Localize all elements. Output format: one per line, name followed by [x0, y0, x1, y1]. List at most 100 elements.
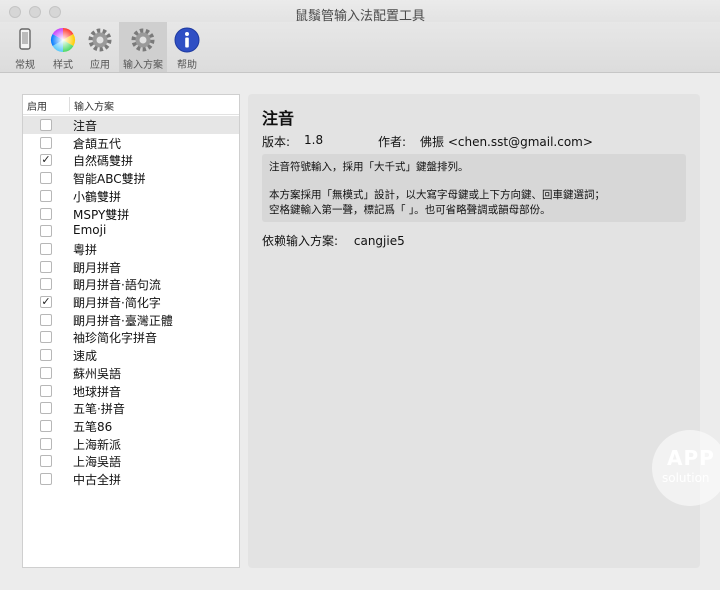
column-divider: [69, 97, 70, 112]
scheme-name: 速成: [73, 349, 98, 364]
scheme-name: 朙月拼音·語句流: [73, 278, 161, 293]
scheme-enable-checkbox[interactable]: [40, 366, 52, 379]
watermark-logo: APP solution: [652, 430, 720, 506]
scheme-name: 小鶴雙拼: [73, 189, 122, 204]
dependencies-label: 依赖输入方案:: [262, 234, 339, 248]
toolbar-apps-button[interactable]: 应用: [82, 22, 118, 72]
info-icon: [174, 27, 200, 53]
color-wheel-icon: [50, 27, 76, 52]
scheme-row[interactable]: 五笔·拼音: [23, 399, 239, 417]
scheme-name: 五笔·拼音: [73, 402, 125, 417]
scheme-enable-checkbox[interactable]: [40, 189, 52, 202]
scheme-name: Emoji: [73, 223, 107, 238]
scheme-enable-checkbox[interactable]: [40, 207, 52, 220]
scheme-name: 五笔86: [73, 419, 113, 434]
scheme-enable-checkbox[interactable]: [40, 419, 52, 432]
scheme-detail-panel: 注音 版本: 1.8 作者: 佛振 <chen.sst@gmail.com> 注…: [248, 94, 700, 568]
scheme-name: 朙月拼音: [73, 260, 122, 275]
scheme-row[interactable]: 中古全拼: [23, 470, 239, 488]
scheme-row[interactable]: MSPY雙拼: [23, 205, 239, 223]
scheme-row[interactable]: 五笔86: [23, 417, 239, 435]
scheme-name: 上海新派: [73, 437, 122, 452]
scheme-enable-checkbox[interactable]: [40, 278, 52, 291]
scheme-enable-checkbox[interactable]: [40, 473, 52, 485]
scheme-row[interactable]: 倉頡五代: [23, 134, 239, 152]
title-bar: 鼠鬚管输入法配置工具: [0, 0, 720, 24]
scheme-row[interactable]: 小鶴雙拼: [23, 187, 239, 205]
toolbar-help-button[interactable]: 帮助: [168, 22, 206, 72]
scheme-name: 袖珍简化字拼音: [73, 331, 158, 346]
column-header-enabled[interactable]: 启用: [27, 98, 47, 113]
toolbar-help-label: 帮助: [177, 60, 197, 71]
author-value: 佛振 <chen.sst@gmail.com>: [420, 135, 593, 149]
scheme-row[interactable]: 地球拼音: [23, 382, 239, 400]
scheme-name: 注音: [73, 119, 98, 133]
toolbar-schemes-button[interactable]: 输入方案: [119, 22, 167, 72]
scheme-description: 注音符號輸入，採用「大千式」鍵盤排列。 本方案採用「無模式」設計，以大寫字母鍵或…: [262, 154, 686, 222]
scheme-enable-checkbox[interactable]: [40, 402, 52, 415]
scheme-row[interactable]: 蘇州吳語: [23, 364, 239, 382]
scheme-list: 启用 输入方案 注音倉頡五代 ✓ 自然碼雙拼智能ABC雙拼 小鶴雙拼 MSPY雙拼 Emo…: [22, 94, 240, 568]
scheme-title: 注音: [262, 109, 295, 128]
scheme-row[interactable]: 上海吳語: [23, 452, 239, 470]
scheme-name: 地球拼音: [73, 384, 122, 399]
gear-icon: [88, 28, 112, 52]
scheme-row[interactable]: 上海新派: [23, 435, 239, 453]
scheme-name: 倉頡五代: [73, 136, 122, 151]
scheme-name: 中古全拼: [73, 473, 122, 487]
description-line: 注音符號輸入，採用「大千式」鍵盤排列。: [269, 161, 469, 173]
scheme-row[interactable]: 朙月拼音: [23, 258, 239, 276]
scheme-enable-checkbox[interactable]: [40, 331, 52, 344]
watermark-subtext: solution: [662, 471, 710, 485]
author-label: 作者:: [378, 135, 407, 149]
scheme-name: 朙月拼音·臺灣正體: [73, 313, 173, 328]
scheme-row[interactable]: 朙月拼音·語句流: [23, 275, 239, 293]
scheme-row[interactable]: 粵拼: [23, 240, 239, 258]
scheme-enable-checkbox[interactable]: [40, 349, 52, 362]
window: 鼠鬚管输入法配置工具 常规 样式 应用 输入方案 帮助 启用 输入方案 注音 倉…: [0, 0, 720, 590]
scheme-enable-checkbox[interactable]: [40, 136, 52, 149]
scheme-list-header: 启用 输入方案: [23, 95, 239, 115]
scheme-enable-checkbox[interactable]: [40, 384, 52, 397]
scheme-row[interactable]: 朙月拼音·臺灣正體: [23, 311, 239, 329]
toolbar-general-label: 常规: [15, 60, 35, 71]
toolbar: 常规 样式 应用 输入方案 帮助: [0, 22, 720, 73]
scheme-enable-checkbox[interactable]: ✓: [40, 154, 52, 167]
scheme-enable-checkbox[interactable]: [40, 313, 52, 326]
scheme-enable-checkbox[interactable]: [40, 225, 52, 238]
column-header-scheme[interactable]: 输入方案: [74, 98, 114, 113]
dependencies-value: cangjie5: [353, 234, 405, 248]
scheme-enable-checkbox[interactable]: [40, 242, 52, 255]
scheme-row[interactable]: ✓ 自然碼雙拼: [23, 151, 239, 169]
scheme-row[interactable]: 速成: [23, 346, 239, 364]
scheme-name: 智能ABC雙拼: [73, 172, 146, 187]
scheme-row[interactable]: Emoji: [23, 222, 239, 240]
scheme-enable-checkbox[interactable]: [40, 437, 52, 450]
watermark-text: APP: [667, 446, 715, 470]
phone-icon: [19, 28, 31, 50]
scheme-row[interactable]: 注音: [23, 116, 239, 134]
scheme-row[interactable]: 袖珍简化字拼音: [23, 328, 239, 346]
toolbar-general-button[interactable]: 常规: [4, 22, 46, 72]
scheme-name: 上海吳語: [73, 455, 122, 470]
gear-icon: [131, 28, 155, 52]
scheme-name: 粵拼: [73, 242, 98, 257]
scheme-enable-checkbox[interactable]: [40, 172, 52, 185]
version-value: 1.8: [304, 133, 324, 147]
toolbar-schemes-label: 输入方案: [123, 60, 163, 71]
description-line: 本方案採用「無模式」設計，以大寫字母鍵或上下方向鍵、回車鍵選詞；: [269, 189, 605, 201]
toolbar-apps-label: 应用: [90, 60, 110, 71]
scheme-row[interactable]: 智能ABC雙拼: [23, 169, 239, 187]
version-label: 版本:: [262, 135, 291, 149]
scheme-name: 蘇州吳語: [73, 366, 122, 381]
scheme-enable-checkbox[interactable]: [40, 260, 52, 273]
toolbar-style-button[interactable]: 样式: [44, 22, 82, 72]
scheme-enable-checkbox[interactable]: [40, 455, 52, 468]
scheme-enable-checkbox[interactable]: ✓: [40, 296, 52, 308]
scheme-name: 自然碼雙拼: [73, 154, 134, 169]
scheme-enable-checkbox[interactable]: [40, 119, 52, 131]
dependencies: 依赖输入方案: cangjie5: [262, 232, 405, 249]
description-line: 空格鍵輸入第一聲，標記爲「 」。也可省略聲調或韻母部份。: [269, 204, 551, 216]
scheme-row[interactable]: ✓ 朙月拼音·简化字: [23, 293, 239, 311]
toolbar-style-label: 样式: [53, 60, 73, 71]
